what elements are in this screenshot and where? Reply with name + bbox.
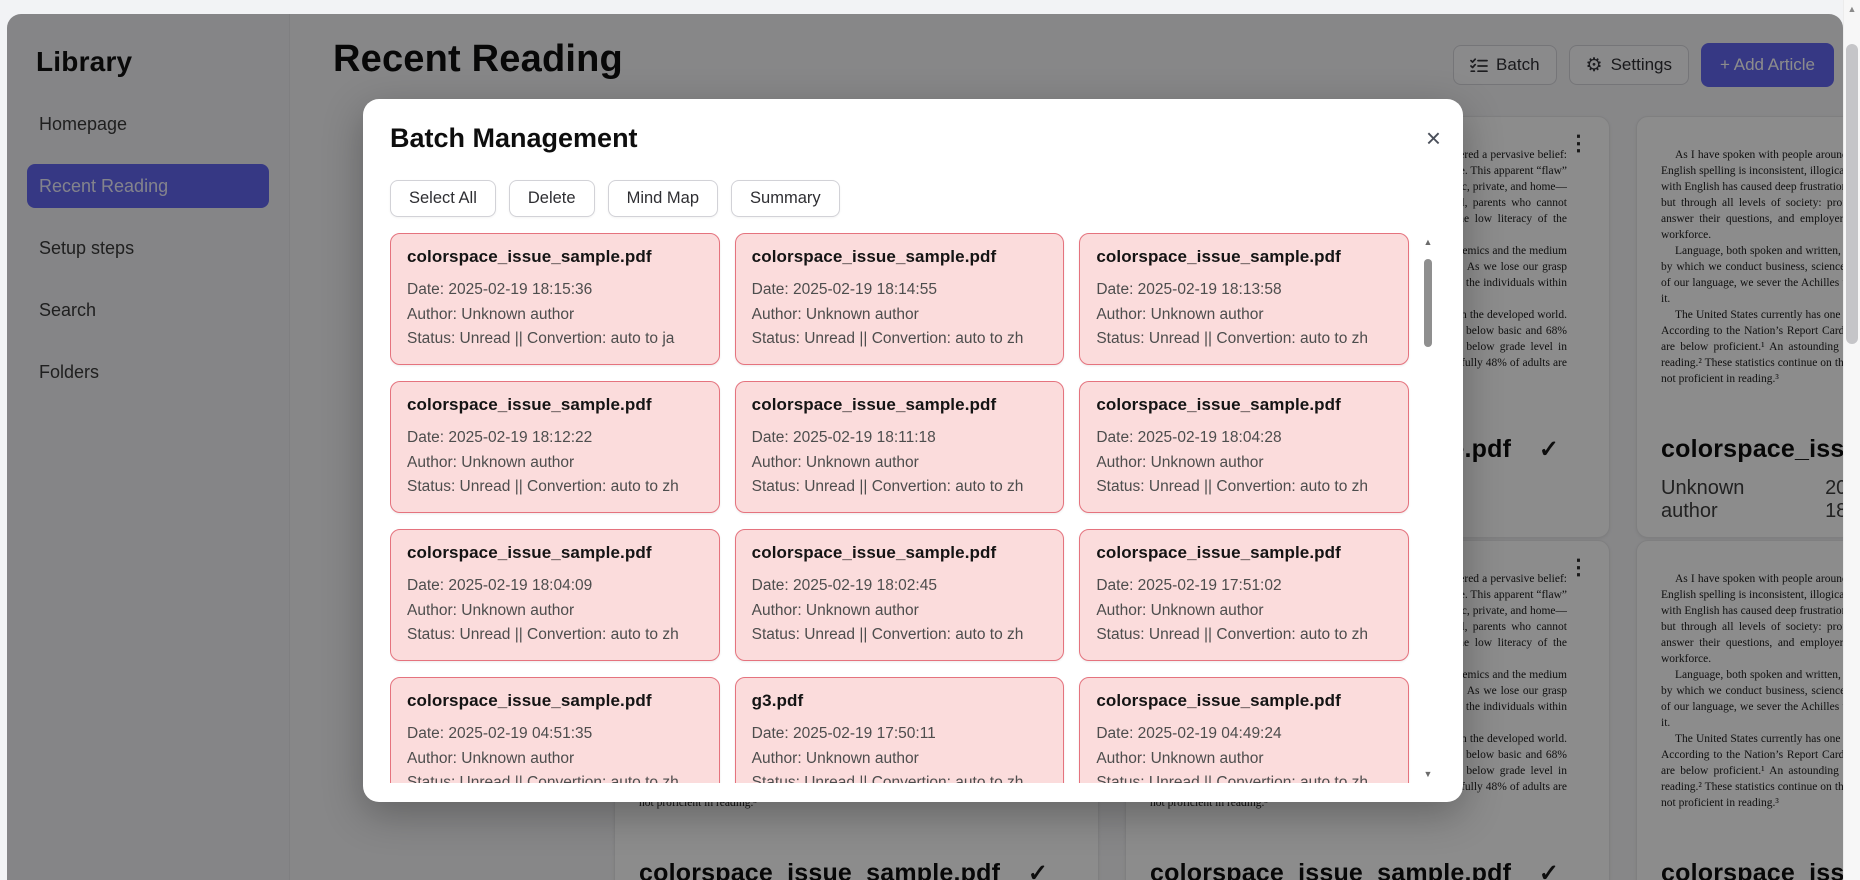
batch-item-status: Status: Unread || Convertion: auto to zh	[751, 626, 1024, 643]
batch-item-status: Status: Unread || Convertion: auto to zh	[1096, 626, 1369, 643]
batch-item-date: Date: 2025-02-19 18:12:22	[407, 429, 593, 446]
batch-item-date: Date: 2025-02-19 17:50:11	[751, 725, 936, 742]
batch-item-author: Author: Unknown author	[751, 749, 919, 767]
batch-list-scroll-area: colorspace_issue_sample.pdf Date: 2025-0…	[390, 233, 1436, 783]
batch-item-date: Date: 2025-02-19 18:02:45	[751, 577, 937, 594]
modal-scrollbar-thumb[interactable]	[1424, 259, 1432, 347]
batch-management-modal: Batch Management × Select All Delete Min…	[363, 99, 1463, 802]
batch-item-date: Date: 2025-02-19 17:51:02	[1096, 577, 1282, 594]
batch-item-date: Date: 2025-02-19 18:13:58	[1096, 281, 1282, 298]
modal-toolbar: Select All Delete Mind Map Summary	[390, 180, 1436, 217]
batch-item-date: Date: 2025-02-19 04:49:24	[1096, 725, 1282, 742]
batch-item-status: Status: Unread || Convertion: auto to zh	[751, 330, 1024, 347]
batch-item-status: Status: Unread || Convertion: auto to ja	[407, 330, 675, 347]
modal-scrollbar[interactable]: ▲ ▼	[1422, 235, 1434, 781]
batch-item-date: Date: 2025-02-19 18:14:55	[751, 281, 937, 298]
batch-item-filename: colorspace_issue_sample.pdf	[1096, 395, 1341, 414]
batch-item-card[interactable]: colorspace_issue_sample.pdf Date: 2025-0…	[1079, 233, 1409, 365]
batch-item-date: Date: 2025-02-19 18:04:09	[407, 577, 593, 594]
batch-item-card[interactable]: colorspace_issue_sample.pdf Date: 2025-0…	[1079, 529, 1409, 661]
scroll-up-icon[interactable]: ▲	[1422, 237, 1434, 247]
batch-item-status: Status: Unread || Convertion: auto to zh	[1096, 478, 1369, 495]
batch-item-date: Date: 2025-02-19 18:04:28	[1096, 429, 1282, 446]
batch-item-filename: g3.pdf	[751, 691, 804, 710]
batch-item-card[interactable]: colorspace_issue_sample.pdf Date: 2025-0…	[1079, 381, 1409, 513]
batch-item-card[interactable]: colorspace_issue_sample.pdf Date: 2025-0…	[734, 381, 1065, 513]
batch-item-status: Status: Unread || Convertion: auto to zh	[1096, 774, 1369, 783]
batch-item-card[interactable]: colorspace_issue_sample.pdf Date: 2025-0…	[390, 381, 720, 513]
batch-item-filename: colorspace_issue_sample.pdf	[1096, 543, 1341, 562]
batch-item-status: Status: Unread || Convertion: auto to zh	[407, 478, 679, 495]
batch-item-author: Author: Unknown author	[407, 601, 575, 619]
batch-item-status: Status: Unread || Convertion: auto to zh	[1096, 330, 1369, 347]
batch-item-author: Author: Unknown author	[751, 601, 919, 619]
batch-item-filename: colorspace_issue_sample.pdf	[751, 543, 997, 562]
batch-item-date: Date: 2025-02-19 18:15:36	[407, 281, 593, 298]
page-scrollbar[interactable]: ▲	[1843, 0, 1860, 880]
batch-item-date: Date: 2025-02-19 18:11:18	[751, 429, 936, 446]
batch-item-author: Author: Unknown author	[751, 453, 919, 471]
batch-item-status: Status: Unread || Convertion: auto to zh	[751, 478, 1024, 495]
batch-item-card[interactable]: colorspace_issue_sample.pdf Date: 2025-0…	[390, 529, 720, 661]
batch-item-status: Status: Unread || Convertion: auto to zh	[407, 774, 679, 783]
batch-item-author: Author: Unknown author	[1096, 749, 1264, 767]
batch-item-filename: colorspace_issue_sample.pdf	[407, 543, 652, 562]
batch-item-author: Author: Unknown author	[1096, 453, 1264, 471]
batch-item-filename: colorspace_issue_sample.pdf	[407, 691, 652, 710]
batch-item-filename: colorspace_issue_sample.pdf	[1096, 691, 1341, 710]
batch-item-author: Author: Unknown author	[1096, 305, 1264, 323]
batch-item-filename: colorspace_issue_sample.pdf	[1096, 247, 1341, 266]
batch-item-filename: colorspace_issue_sample.pdf	[751, 395, 997, 414]
batch-item-card[interactable]: colorspace_issue_sample.pdf Date: 2025-0…	[390, 233, 720, 365]
batch-item-filename: colorspace_issue_sample.pdf	[407, 395, 652, 414]
select-all-button[interactable]: Select All	[390, 180, 496, 217]
batch-item-card[interactable]: g3.pdf Date: 2025-02-19 17:50:11 Author:…	[734, 677, 1065, 783]
batch-grid: colorspace_issue_sample.pdf Date: 2025-0…	[390, 233, 1436, 783]
batch-item-author: Author: Unknown author	[407, 749, 575, 767]
mind-map-button[interactable]: Mind Map	[607, 180, 719, 217]
batch-item-author: Author: Unknown author	[407, 453, 575, 471]
batch-item-status: Status: Unread || Convertion: auto to zh	[407, 626, 679, 643]
scroll-down-icon[interactable]: ▼	[1422, 769, 1434, 779]
batch-item-card[interactable]: colorspace_issue_sample.pdf Date: 2025-0…	[734, 233, 1065, 365]
batch-item-author: Author: Unknown author	[407, 305, 575, 323]
summary-button[interactable]: Summary	[731, 180, 840, 217]
page-scrollbar-thumb[interactable]	[1846, 44, 1858, 344]
batch-item-card[interactable]: colorspace_issue_sample.pdf Date: 2025-0…	[390, 677, 720, 783]
batch-item-status: Status: Unread || Convertion: auto to zh	[751, 774, 1024, 783]
batch-item-author: Author: Unknown author	[751, 305, 919, 323]
batch-item-filename: colorspace_issue_sample.pdf	[751, 247, 997, 266]
batch-item-filename: colorspace_issue_sample.pdf	[407, 247, 652, 266]
modal-title: Batch Management	[390, 123, 638, 153]
batch-item-card[interactable]: colorspace_issue_sample.pdf Date: 2025-0…	[1079, 677, 1409, 783]
scroll-up-icon[interactable]: ▲	[1844, 4, 1860, 14]
batch-item-card[interactable]: colorspace_issue_sample.pdf Date: 2025-0…	[734, 529, 1065, 661]
batch-item-author: Author: Unknown author	[1096, 601, 1264, 619]
close-icon[interactable]: ×	[1426, 125, 1441, 151]
delete-button[interactable]: Delete	[508, 180, 595, 217]
batch-item-date: Date: 2025-02-19 04:51:35	[407, 725, 593, 742]
